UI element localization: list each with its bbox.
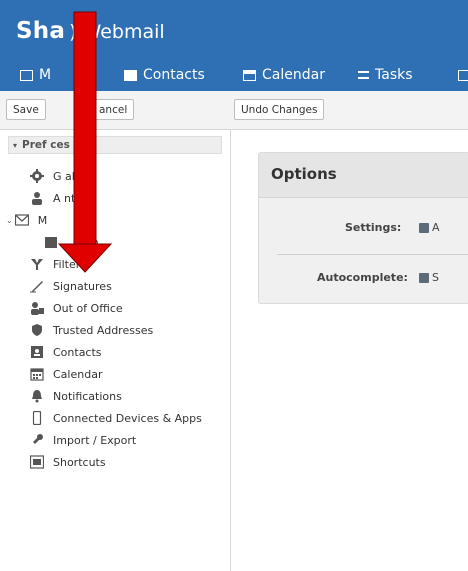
- sidebar-item-label: Calendar: [53, 367, 103, 381]
- settings-label: Settings:: [345, 221, 402, 234]
- envelope-icon: [14, 213, 29, 227]
- signature-pen-icon: [30, 279, 44, 293]
- top-bar: Sha) Webmail M Contacts Calendar Tasks: [0, 0, 468, 91]
- compose-icon: [45, 235, 59, 249]
- calendar-icon: [30, 367, 44, 381]
- sidebar-item-shortcuts[interactable]: Shortcuts: [30, 451, 106, 473]
- sidebar-item-label: Shortcuts: [53, 455, 106, 469]
- sidebar-item-label: Contacts: [53, 345, 102, 359]
- preferences-sidebar: ▾ Pref ces G al A nts ⌄ M m Filters Sign…: [0, 130, 231, 571]
- sidebar-item-trusted-addresses[interactable]: Trusted Addresses: [30, 319, 153, 341]
- sidebar-item-signatures[interactable]: Signatures: [30, 275, 112, 297]
- preferences-header-label: Pref ces: [22, 139, 70, 151]
- app-brand: Sha) Webmail: [16, 18, 165, 44]
- accounts-icon: [30, 191, 44, 205]
- sidebar-item-filters[interactable]: Filters: [30, 253, 86, 275]
- sidebar-item-notifications[interactable]: Notifications: [30, 385, 122, 407]
- sidebar-item-compose[interactable]: m: [45, 231, 99, 253]
- tab-mail[interactable]: M: [20, 62, 51, 88]
- sidebar-item-label: Signatures: [53, 279, 112, 293]
- toolbar: Save ancel Undo Changes: [0, 91, 468, 130]
- device-icon: [30, 411, 44, 425]
- autocomplete-label: Autocomplete:: [317, 271, 408, 284]
- sidebar-item-out-of-office[interactable]: Out of Office: [30, 297, 123, 319]
- settings-value: A: [432, 221, 440, 234]
- cancel-button[interactable]: ancel: [76, 99, 135, 120]
- out-of-office-icon: [30, 301, 44, 315]
- sidebar-item-label: Filters: [53, 257, 86, 271]
- keyboard-icon: [30, 455, 44, 469]
- more-tab-icon: [458, 69, 468, 81]
- sidebar-item-contacts[interactable]: Contacts: [30, 341, 102, 363]
- sidebar-item-connected-devices[interactable]: Connected Devices & Apps: [30, 407, 202, 429]
- sidebar-item-import-export[interactable]: Import / Export: [30, 429, 136, 451]
- gear-icon: [30, 169, 44, 183]
- sidebar-item-label: Trusted Addresses: [53, 323, 154, 337]
- sidebar-item-label: G al: [53, 169, 75, 183]
- bell-icon: [30, 389, 44, 403]
- sidebar-item-label: m: [88, 235, 99, 249]
- contact-card-icon: [124, 69, 137, 81]
- options-panel-header: Options: [259, 153, 468, 198]
- sidebar-item-general[interactable]: G al: [30, 165, 75, 187]
- import-export-icon: [30, 433, 44, 447]
- autocomplete-value: S: [432, 271, 439, 284]
- undo-changes-button[interactable]: Undo Changes: [234, 99, 325, 120]
- options-divider: [277, 254, 468, 255]
- tab-calendar-label: Calendar: [262, 67, 325, 83]
- tab-more[interactable]: [458, 62, 468, 88]
- tab-calendar[interactable]: Calendar: [243, 62, 325, 88]
- settings-checkbox[interactable]: [419, 223, 429, 233]
- sidebar-item-mail[interactable]: ⌄ M: [6, 209, 47, 231]
- tab-contacts-label: Contacts: [143, 67, 205, 83]
- envelope-icon: [20, 69, 33, 81]
- brand-text-bold: Sha: [16, 18, 66, 44]
- tasks-icon: [358, 71, 369, 79]
- sidebar-item-label: Out of Office: [53, 301, 123, 315]
- options-panel: Options Settings: A Autocomplete: S: [258, 152, 468, 304]
- tab-tasks[interactable]: Tasks: [358, 62, 413, 88]
- tab-tasks-label: Tasks: [375, 67, 413, 83]
- contact-card-icon: [30, 345, 44, 359]
- calendar-icon: [243, 69, 256, 81]
- filter-icon: [30, 257, 44, 271]
- sidebar-item-label: Import / Export: [53, 433, 137, 447]
- tab-mail-label: M: [39, 67, 52, 83]
- sidebar-item-accounts[interactable]: A nts: [30, 187, 81, 209]
- chevron-down-icon: ⌄: [6, 215, 13, 225]
- brand-text-webmail: ) Webmail: [69, 21, 165, 43]
- sidebar-item-label: Connected Devices & Apps: [53, 411, 202, 425]
- sidebar-item-calendar[interactable]: Calendar: [30, 363, 102, 385]
- chevron-down-icon: ▾: [13, 140, 18, 150]
- sidebar-item-label: M: [37, 213, 48, 227]
- tab-contacts[interactable]: Contacts: [124, 62, 205, 88]
- autocomplete-checkbox[interactable]: [419, 273, 429, 283]
- shield-icon: [30, 323, 44, 337]
- save-button[interactable]: Save: [6, 99, 46, 120]
- sidebar-item-label: Notifications: [53, 389, 122, 403]
- preferences-header[interactable]: ▾ Pref ces: [8, 136, 222, 154]
- options-title: Options: [271, 165, 337, 183]
- sidebar-item-label: A nts: [53, 191, 82, 205]
